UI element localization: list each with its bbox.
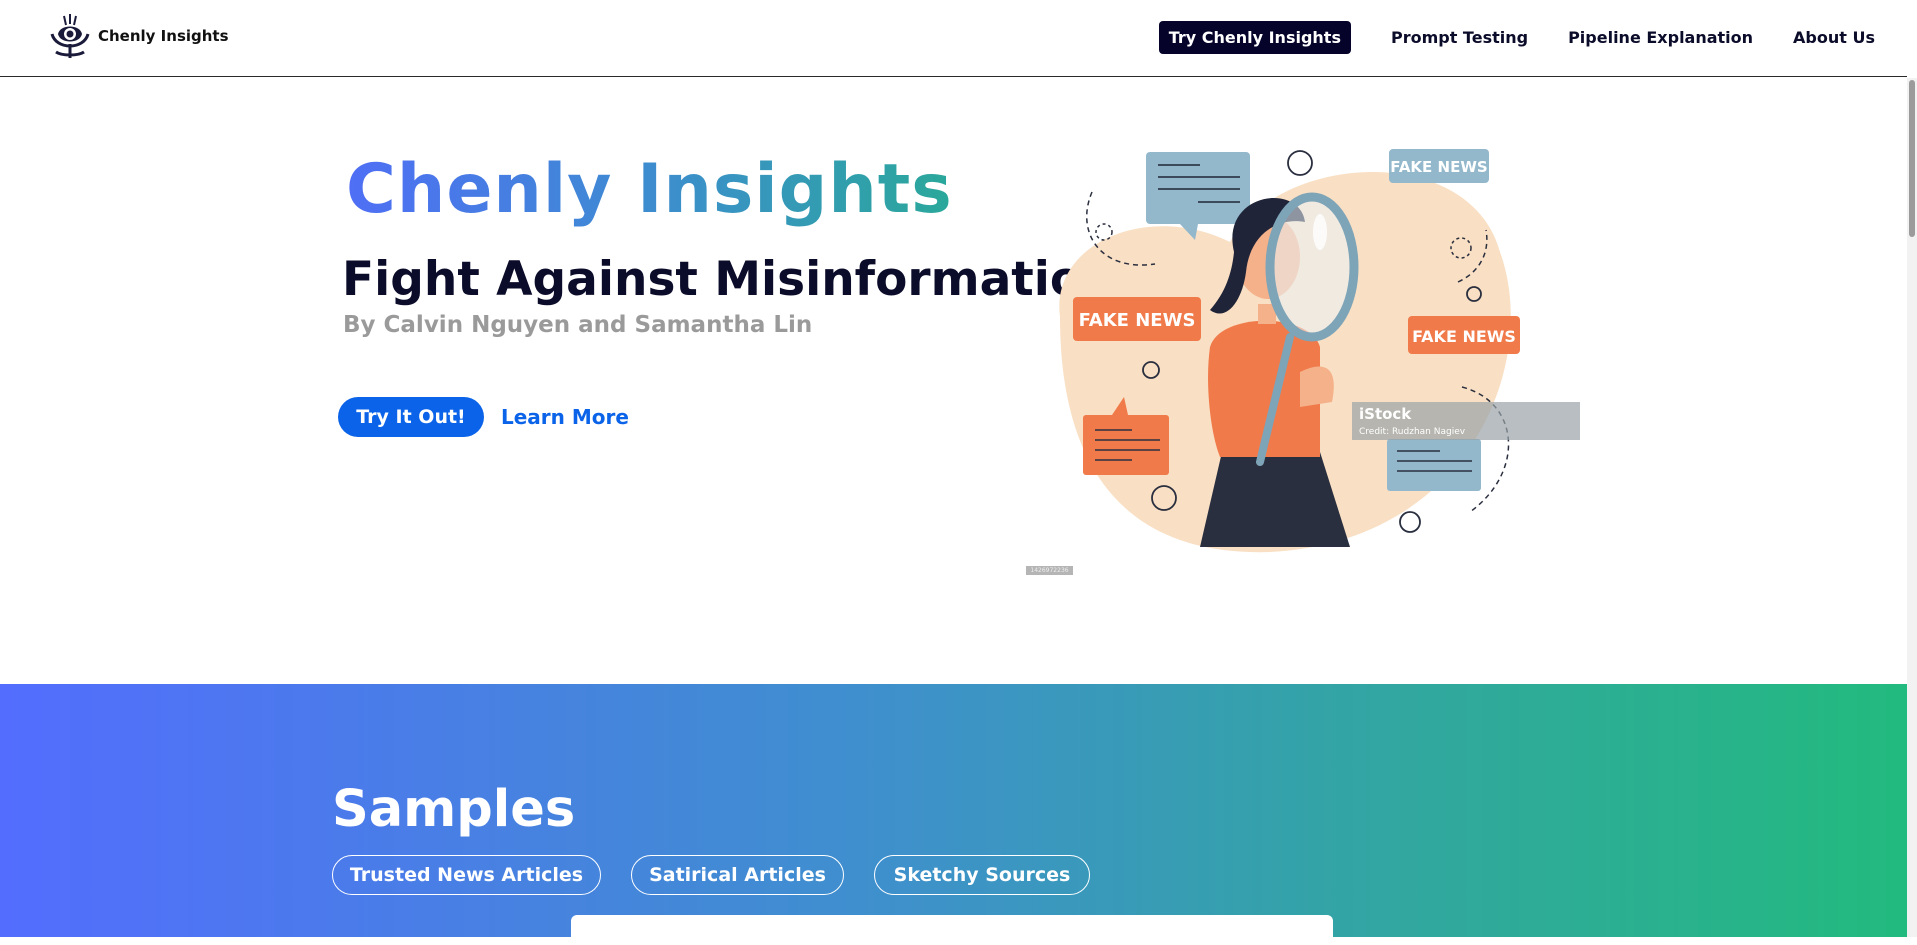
misinformation-illustration: FAKE NEWS FAKE NEWS FAKE NEWS iStock Cre… xyxy=(1059,149,1580,553)
istock-watermark: iStock Credit: Rudzhan Nagiev xyxy=(1352,402,1580,440)
fake-news-tag-top: FAKE NEWS xyxy=(1389,149,1489,183)
fake-news-tag-right: FAKE NEWS xyxy=(1408,316,1520,354)
nav-try-chenly-insights-button[interactable]: Try Chenly Insights xyxy=(1158,21,1351,54)
lotus-eye-logo-icon xyxy=(50,14,90,58)
learn-more-link[interactable]: Learn More xyxy=(501,405,629,429)
tab-trusted-news-articles[interactable]: Trusted News Articles xyxy=(332,855,601,895)
hero-authors: By Calvin Nguyen and Samantha Lin xyxy=(343,312,813,338)
nav-prompt-testing-link[interactable]: Prompt Testing xyxy=(1391,28,1528,47)
svg-text:iStock: iStock xyxy=(1359,405,1412,423)
brand-name: Chenly Insights xyxy=(98,27,229,45)
hero-title: Chenly Insights xyxy=(346,150,953,229)
page-scrollbar-thumb[interactable] xyxy=(1909,80,1915,237)
hero-subtitle: Fight Against Misinformation xyxy=(342,252,1116,307)
tab-sketchy-sources[interactable]: Sketchy Sources xyxy=(874,855,1090,895)
blue-note-card-icon xyxy=(1387,439,1481,491)
image-id-tag: 1426972236 xyxy=(1026,566,1073,575)
brand[interactable]: Chenly Insights xyxy=(48,12,229,60)
top-navbar: Chenly Insights Try Chenly Insights Prom… xyxy=(0,0,1907,77)
svg-text:Credit: Rudzhan Nagiev: Credit: Rudzhan Nagiev xyxy=(1359,427,1466,437)
sample-content-card xyxy=(571,915,1333,945)
svg-text:FAKE NEWS: FAKE NEWS xyxy=(1390,158,1487,176)
svg-text:FAKE NEWS: FAKE NEWS xyxy=(1412,327,1516,346)
svg-text:FAKE NEWS: FAKE NEWS xyxy=(1079,310,1196,331)
fake-news-tag-left: FAKE NEWS xyxy=(1073,297,1201,341)
nav-links: Try Chenly Insights Prompt Testing Pipel… xyxy=(1158,21,1875,54)
nav-about-us-link[interactable]: About Us xyxy=(1793,28,1875,47)
nav-pipeline-explanation-link[interactable]: Pipeline Explanation xyxy=(1568,28,1753,47)
try-it-out-button[interactable]: Try It Out! xyxy=(338,397,484,437)
samples-title: Samples xyxy=(332,780,576,839)
samples-section xyxy=(0,684,1907,937)
tab-satirical-articles[interactable]: Satirical Articles xyxy=(631,855,844,895)
